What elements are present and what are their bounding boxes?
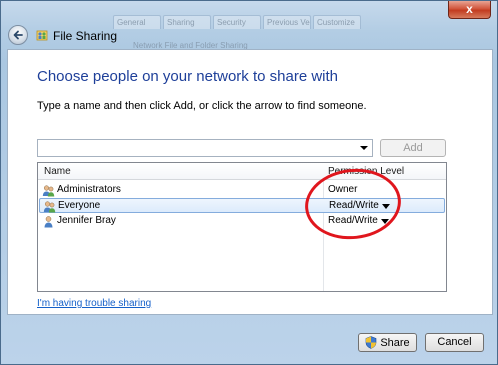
background-tab: Sharing xyxy=(163,15,211,29)
back-arrow-icon xyxy=(13,30,23,40)
user-icon xyxy=(44,216,53,228)
row-name: Administrators xyxy=(57,184,121,195)
group-icon xyxy=(43,201,56,213)
background-tab: Customize xyxy=(313,15,361,29)
close-button[interactable]: x xyxy=(448,1,491,19)
row-name: Everyone xyxy=(58,200,101,211)
background-tab: General xyxy=(113,15,161,29)
page-heading: Choose people on your network to share w… xyxy=(37,68,339,85)
dropdown-arrow-icon[interactable] xyxy=(360,146,368,150)
file-sharing-icon xyxy=(36,30,48,41)
close-icon: x xyxy=(466,2,473,16)
instruction-text: Type a name and then click Add, or click… xyxy=(37,100,367,112)
share-button[interactable]: Share xyxy=(358,333,417,352)
window-frame: General Sharing Security Previous Versio… xyxy=(0,0,498,365)
background-tab: Security xyxy=(213,15,261,29)
row-name: Jennifer Bray xyxy=(57,215,116,226)
background-tab: Previous Versions xyxy=(263,15,311,29)
window-title: File Sharing xyxy=(53,29,118,43)
name-combobox[interactable] xyxy=(37,139,373,157)
add-button[interactable]: Add xyxy=(380,139,446,157)
trouble-sharing-link[interactable]: I'm having trouble sharing xyxy=(37,298,151,309)
share-label: Share xyxy=(380,336,410,349)
group-icon xyxy=(42,185,55,197)
content-pane: Choose people on your network to share w… xyxy=(7,49,493,315)
back-button[interactable] xyxy=(8,25,28,45)
column-header-name[interactable]: Name xyxy=(44,166,71,177)
background-tabs: General Sharing Security Previous Versio… xyxy=(113,15,361,37)
uac-shield-icon xyxy=(366,336,377,349)
cancel-button[interactable]: Cancel xyxy=(425,333,484,352)
